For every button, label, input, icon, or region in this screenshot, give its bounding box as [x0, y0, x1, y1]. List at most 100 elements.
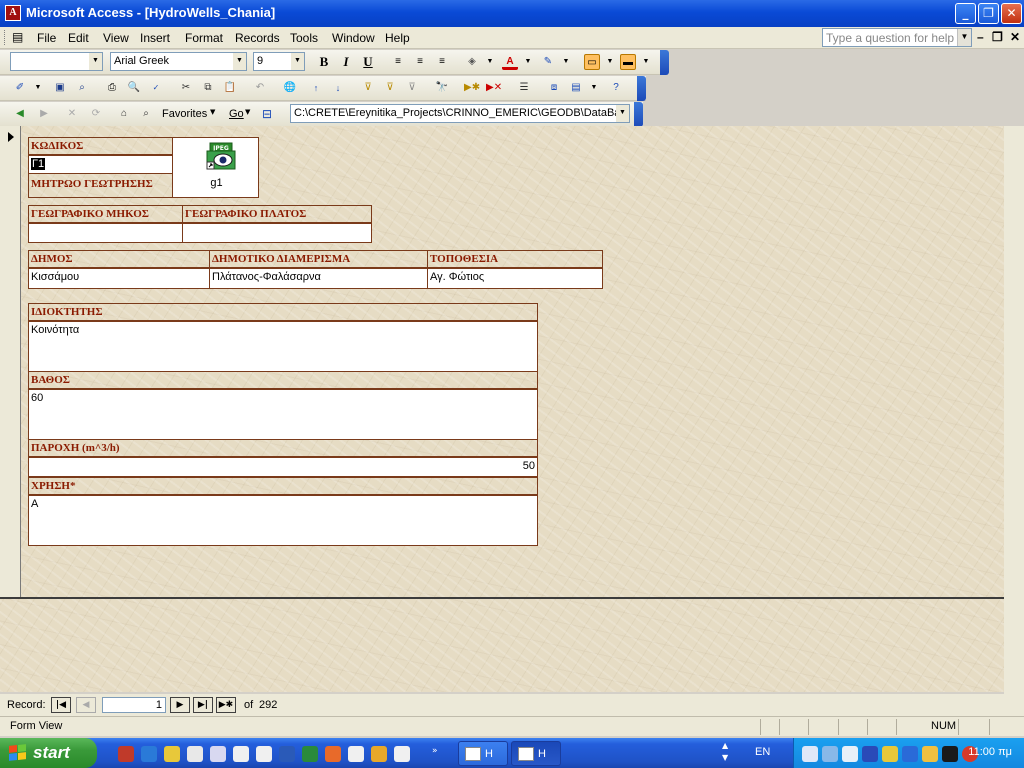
underline-button[interactable]: U — [360, 54, 376, 70]
spelling-icon[interactable]: ✓ — [148, 80, 164, 96]
copy-icon[interactable]: ⧉ — [200, 80, 216, 96]
tray-app-icon[interactable] — [902, 746, 918, 762]
align-left-icon[interactable]: ≡ — [390, 54, 406, 70]
new-record-button[interactable]: ▶✱ — [216, 697, 236, 713]
excel-icon[interactable] — [302, 746, 318, 762]
favorites-menu[interactable]: Favorites — [162, 108, 207, 120]
new-object-icon[interactable]: ▤ — [568, 80, 584, 96]
first-record-button[interactable]: |◀ — [51, 697, 71, 713]
quicklaunch-app-icon[interactable] — [118, 746, 134, 762]
chevron-down-icon[interactable]: ▼ — [89, 53, 102, 70]
menu-grip[interactable] — [4, 30, 7, 45]
show-only-web-toolbar-icon[interactable]: ⊟ — [262, 107, 272, 121]
tray-app-icon[interactable] — [802, 746, 818, 762]
home-icon[interactable]: ⌂ — [116, 106, 132, 122]
menu-insert[interactable]: Insert — [140, 31, 170, 45]
mdi-close-button[interactable]: ✕ — [1010, 30, 1020, 44]
line-color-icon[interactable]: ✎ — [540, 54, 556, 70]
design-view-icon[interactable]: ✐ — [12, 80, 28, 96]
properties-icon[interactable]: ☰ — [516, 80, 532, 96]
file-search-icon[interactable]: ⌕ — [74, 80, 90, 96]
toolbar-options-handle[interactable] — [634, 102, 643, 127]
chevron-down-icon[interactable]: ▼ — [616, 105, 629, 122]
depth-field[interactable]: 60 — [28, 389, 538, 440]
chevron-down-icon[interactable]: ▼ — [210, 108, 215, 116]
chevron-down-icon[interactable]: ▼ — [586, 80, 602, 96]
form-menu-icon[interactable]: ▤ — [12, 30, 23, 44]
tray-app-icon[interactable] — [842, 746, 858, 762]
forward-icon[interactable]: ▶ — [36, 106, 52, 122]
municipality-field[interactable]: Κισσάμου — [28, 268, 210, 289]
next-record-button[interactable]: ▶ — [170, 697, 190, 713]
save-icon[interactable]: ▣ — [52, 80, 68, 96]
quicklaunch-app-icon[interactable] — [187, 746, 203, 762]
chevron-down-icon[interactable]: ▼ — [558, 54, 574, 70]
help-question-box[interactable]: Type a question for help ▼ — [822, 28, 972, 47]
location-field[interactable]: Αγ. Φώτιος — [427, 268, 603, 289]
taskbar-scroll-arrows[interactable]: ▲ ▼ — [722, 740, 728, 764]
powerpoint-icon[interactable] — [325, 746, 341, 762]
tray-app-icon[interactable] — [862, 746, 878, 762]
address-combo[interactable]: C:\CRETE\Ereynitika_Projects\CRINNO_EMER… — [290, 104, 630, 123]
print-preview-icon[interactable]: 🔍 — [126, 80, 142, 96]
chevron-down-icon[interactable]: ▼ — [602, 54, 618, 70]
paste-icon[interactable]: 📋 — [222, 80, 238, 96]
quicklaunch-app-icon[interactable] — [256, 746, 272, 762]
menu-view[interactable]: View — [103, 31, 129, 45]
flow-field[interactable]: 50 — [28, 457, 538, 477]
new-record-icon[interactable]: ▶✱ — [464, 80, 480, 96]
bold-button[interactable]: B — [316, 54, 332, 70]
print-icon[interactable]: ⎙ — [104, 80, 120, 96]
quicklaunch-app-icon[interactable] — [164, 746, 180, 762]
chevron-down-icon[interactable]: ▼ — [233, 53, 246, 70]
use-field[interactable]: Α — [28, 495, 538, 546]
taskbar-clock[interactable]: 11:00 πμ — [968, 746, 1012, 758]
quicklaunch-app-icon[interactable] — [371, 746, 387, 762]
word-icon[interactable] — [279, 746, 295, 762]
align-right-icon[interactable]: ≡ — [434, 54, 450, 70]
taskbar-button-access-form[interactable]: H — [511, 741, 561, 766]
chevron-down-icon[interactable]: ▼ — [482, 54, 498, 70]
object-combo[interactable]: ▼ — [10, 52, 103, 71]
tray-app-icon[interactable] — [942, 746, 958, 762]
language-indicator[interactable]: EN — [755, 746, 770, 758]
last-record-button[interactable]: ▶| — [193, 697, 213, 713]
italic-button[interactable]: I — [338, 54, 354, 70]
back-icon[interactable]: ◀ — [12, 106, 28, 122]
taskbar-button-access[interactable]: H — [458, 741, 508, 766]
quicklaunch-app-icon[interactable] — [394, 746, 410, 762]
chevron-down-icon[interactable]: ▼ — [245, 108, 250, 116]
menu-format[interactable]: Format — [185, 31, 223, 45]
menu-records[interactable]: Records — [235, 31, 280, 45]
menu-edit[interactable]: Edit — [68, 31, 89, 45]
chevron-down-icon[interactable]: ▼ — [638, 54, 654, 70]
filter-by-form-icon[interactable]: ⊽ — [382, 80, 398, 96]
go-menu[interactable]: Go — [229, 108, 244, 120]
district-field[interactable]: Πλάτανος-Φαλάσαρνα — [209, 268, 428, 289]
menu-help[interactable]: Help — [385, 31, 410, 45]
toolbar-options-handle[interactable] — [660, 50, 669, 75]
current-record-input[interactable]: 1 — [102, 697, 166, 713]
quicklaunch-app-icon[interactable] — [210, 746, 226, 762]
filter-by-selection-icon[interactable]: ⊽ — [360, 80, 376, 96]
quicklaunch-app-icon[interactable] — [233, 746, 249, 762]
sort-ascending-icon[interactable]: ↑ — [308, 80, 324, 96]
menu-tools[interactable]: Tools — [290, 31, 318, 45]
quicklaunch-expand-icon[interactable]: » — [432, 746, 440, 762]
tray-app-icon[interactable] — [822, 746, 838, 762]
font-name-combo[interactable]: Arial Greek ▼ — [110, 52, 247, 71]
minimize-button[interactable]: _ — [955, 3, 976, 24]
align-center-icon[interactable]: ≡ — [412, 54, 428, 70]
hyperlink-icon[interactable]: 🌐 — [282, 80, 298, 96]
sort-descending-icon[interactable]: ↓ — [330, 80, 346, 96]
border-width-icon[interactable]: ▭ — [584, 54, 600, 70]
chevron-down-icon[interactable]: ▼ — [520, 54, 536, 70]
start-button[interactable]: start — [0, 738, 97, 768]
quicklaunch-app-icon[interactable] — [348, 746, 364, 762]
chevron-down-icon[interactable]: ▼ — [957, 29, 971, 46]
apply-filter-icon[interactable]: ⊽ — [404, 80, 420, 96]
font-color-icon[interactable]: A — [502, 54, 518, 70]
menu-window[interactable]: Window — [332, 31, 375, 45]
close-button[interactable]: ✕ — [1001, 3, 1022, 24]
special-effect-icon[interactable]: ▬ — [620, 54, 636, 70]
